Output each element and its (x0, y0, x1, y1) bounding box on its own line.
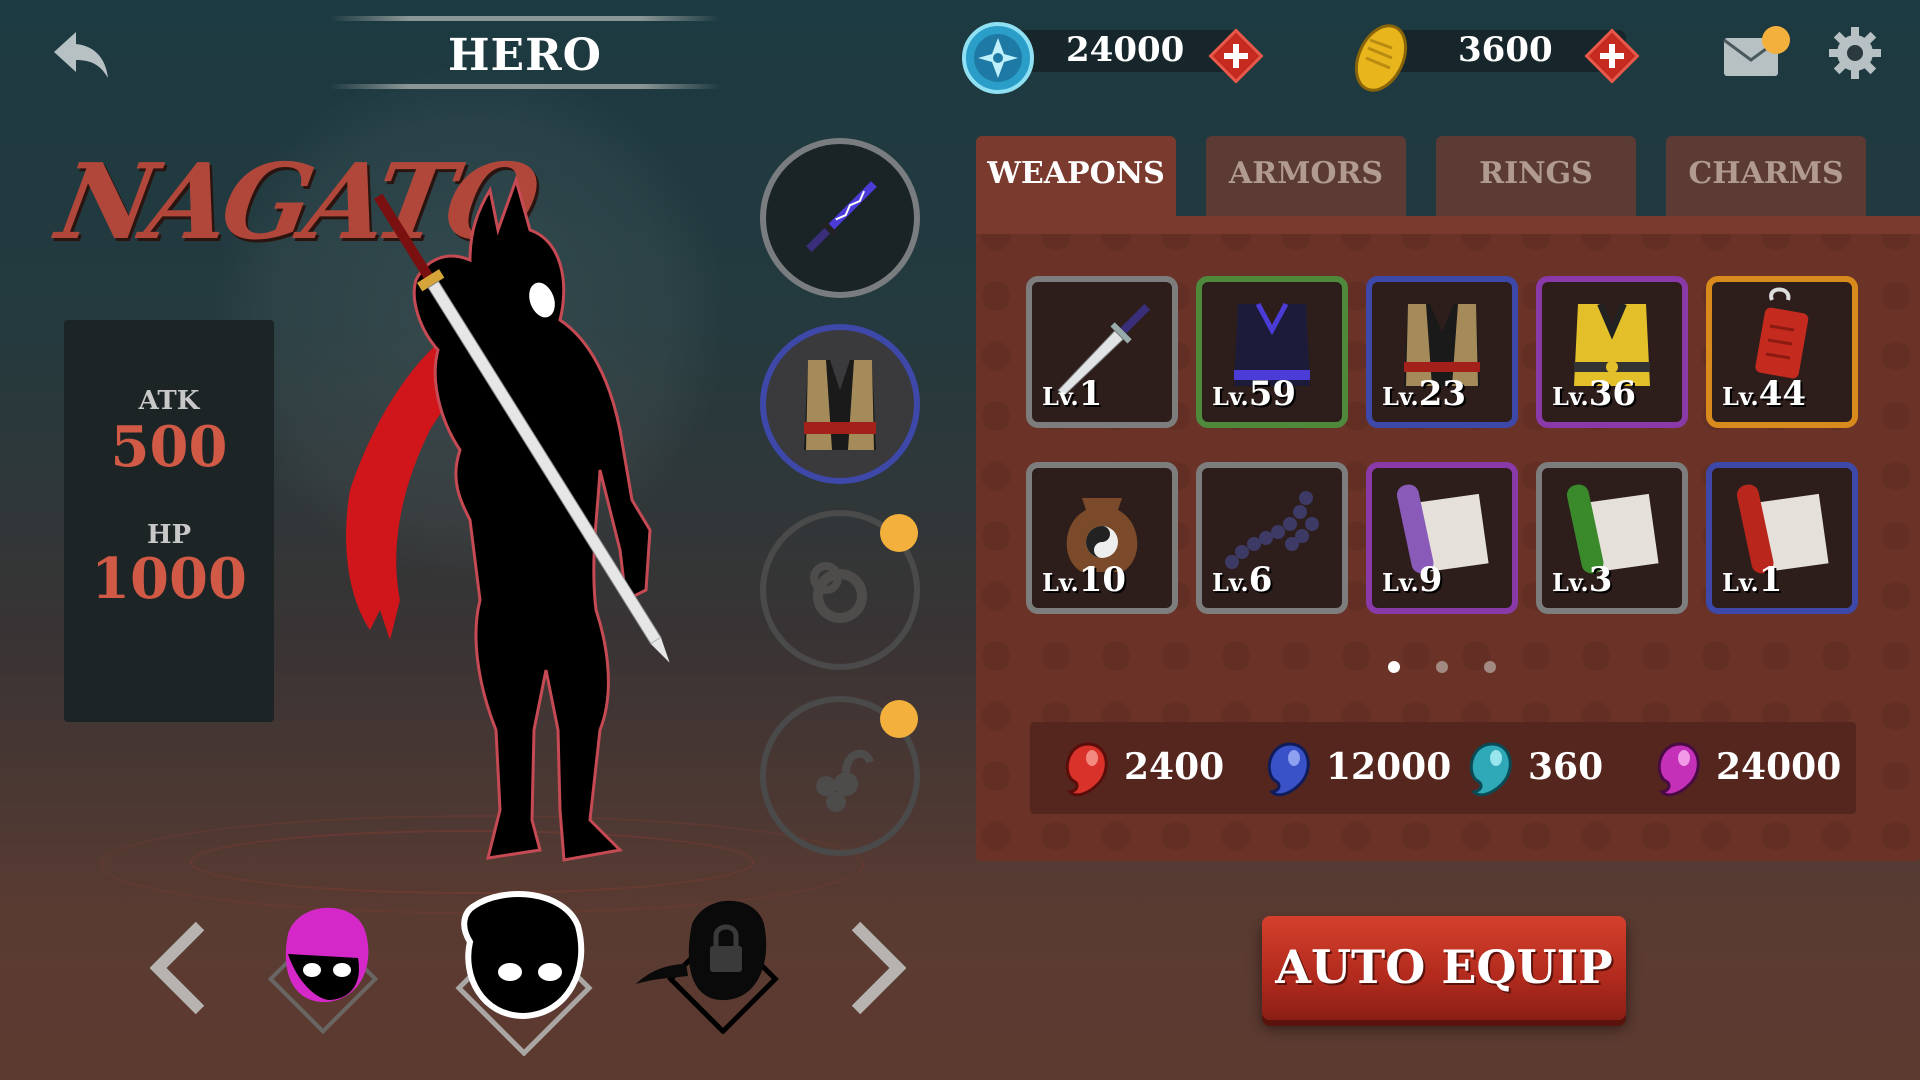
hero-select-pink[interactable] (258, 894, 388, 1038)
magenta-soul: 24000 (1650, 740, 1841, 797)
auto-equip-button[interactable]: AUTO EQUIP (1262, 916, 1626, 1020)
gold-bar-icon (1354, 24, 1408, 92)
red-soul-icon (1065, 742, 1108, 797)
inventory-item[interactable]: Lv.59 (1196, 276, 1348, 428)
chevron-right-icon (851, 921, 907, 1015)
magenta-soul-icon (1657, 742, 1700, 797)
hero-portrait-icon (455, 891, 593, 1057)
gold-currency: 3600 (1346, 22, 1676, 92)
blue-soul-icon (1267, 742, 1310, 797)
mail-button[interactable] (1722, 26, 1790, 78)
blue-soul: 12000 (1260, 740, 1451, 797)
page-dot-2[interactable] (1436, 661, 1448, 673)
inventory-item[interactable]: Lv.3 (1536, 462, 1688, 614)
page-dot-1[interactable] (1388, 661, 1400, 673)
panel-top-strip (976, 216, 1920, 234)
cyan-soul: 360 (1462, 740, 1603, 797)
plus-icon (1208, 28, 1264, 84)
charm-notification-dot (880, 700, 918, 738)
add-gold-button[interactable] (1582, 26, 1640, 84)
hp-value: 1000 (91, 546, 247, 612)
hero-select-nagato[interactable] (444, 886, 604, 1060)
leather-armor-icon (804, 360, 876, 450)
inventory-item[interactable]: Lv.44 (1706, 276, 1858, 428)
inventory-item[interactable]: Lv.23 (1366, 276, 1518, 428)
plus-icon (1584, 28, 1640, 84)
red-soul: 2400 (1058, 740, 1224, 797)
chevron-left-icon (149, 921, 205, 1015)
inventory-item[interactable]: Lv.6 (1196, 462, 1348, 614)
gear-icon (1829, 27, 1881, 79)
atk-value: 500 (110, 414, 228, 480)
inventory-item[interactable]: Lv.1 (1026, 276, 1178, 428)
shuriken-coin-icon (962, 22, 1034, 94)
hero-stats-panel: ATK 500 HP 1000 (64, 320, 274, 722)
back-arrow-icon (54, 32, 108, 78)
lock-icon (636, 900, 779, 1035)
add-shuriken-button[interactable] (1206, 26, 1264, 84)
inventory-item[interactable]: Lv.36 (1536, 276, 1688, 428)
hero-select-locked[interactable] (626, 894, 796, 1038)
settings-button[interactable] (1828, 26, 1882, 80)
katana-icon (806, 181, 877, 252)
inventory-item[interactable]: Lv.10 (1026, 462, 1178, 614)
inventory-item[interactable]: Lv.9 (1366, 462, 1518, 614)
ring-notification-dot (880, 514, 918, 552)
back-button[interactable] (50, 24, 112, 86)
soul-resources-bar: 2400 12000 360 24000 (1030, 722, 1856, 814)
tab-armors[interactable]: ARMORS (1206, 136, 1406, 216)
inventory-item[interactable]: Lv.1 (1706, 462, 1858, 614)
tab-charms[interactable]: CHARMS (1666, 136, 1866, 216)
page-dot-3[interactable] (1484, 661, 1496, 673)
equipped-weapon-slot[interactable] (760, 138, 920, 298)
atk-label: ATK (138, 386, 200, 416)
hero-portrait-icon (267, 907, 379, 1035)
hero-character (346, 175, 670, 862)
page-title: HERO (330, 12, 720, 96)
tab-rings[interactable]: RINGS (1436, 136, 1636, 216)
mail-icon (1723, 26, 1790, 76)
prev-hero-button[interactable] (149, 920, 210, 1020)
next-hero-button[interactable] (846, 920, 907, 1020)
shuriken-currency: 24000 (960, 22, 1290, 94)
equipped-armor-slot[interactable] (760, 324, 920, 484)
tab-weapons[interactable]: WEAPONS (976, 136, 1176, 216)
cyan-soul-icon (1469, 742, 1512, 797)
